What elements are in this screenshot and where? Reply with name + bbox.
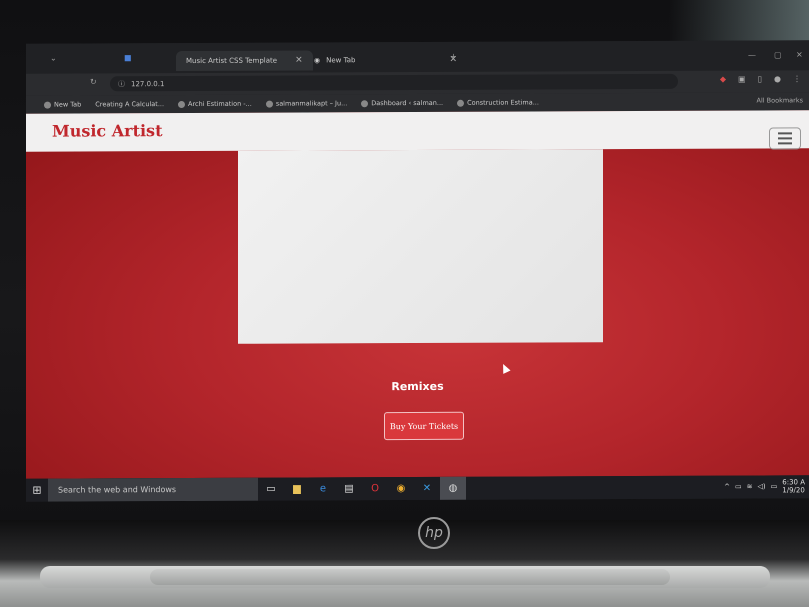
maximize-icon[interactable]: ▢	[774, 50, 782, 59]
wordpress-icon	[265, 100, 273, 108]
site-info-icon[interactable]: ⓘ	[118, 79, 125, 89]
tab-new-tab[interactable]: ◉ New Tab ✕	[314, 50, 457, 71]
laptop-base	[0, 520, 809, 607]
laptop-hinge-inner	[150, 569, 670, 585]
window-close-icon[interactable]: ✕	[796, 50, 803, 59]
tab-label: New Tab	[326, 56, 356, 65]
bookmark-item[interactable]: Archi Estimation -...	[178, 100, 252, 108]
sidebar-icon[interactable]: ▯	[758, 74, 762, 83]
hamburger-line	[778, 142, 792, 145]
taskbar-search-input[interactable]: Search the web and Windows	[48, 477, 258, 502]
address-bar[interactable]: ⓘ 127.0.0.1	[110, 73, 678, 92]
date-text: 1/9/20	[782, 486, 805, 495]
hamburger-menu-button[interactable]	[769, 127, 801, 150]
buy-tickets-button[interactable]: Buy Your Tickets	[384, 411, 464, 441]
hp-logo: hp	[418, 517, 450, 549]
bookmark-item[interactable]: Construction Estima...	[457, 98, 539, 107]
close-icon[interactable]: ✕	[295, 56, 303, 66]
bookmark-item[interactable]: salmanmalikapt – Ju...	[265, 99, 347, 108]
file-explorer-icon[interactable]: ▆	[284, 477, 310, 500]
battery-icon[interactable]: ▭	[735, 483, 742, 491]
site-brand[interactable]: Music Artist	[52, 121, 162, 140]
web-page: Music Artist Remixes Buy Your Tickets	[26, 110, 809, 479]
new-tab-button[interactable]: +	[450, 52, 457, 61]
wifi-icon[interactable]: ≋	[747, 483, 753, 491]
chevron-up-icon[interactable]: ^	[724, 483, 730, 491]
windows-start-icon[interactable]: ⊞	[26, 484, 48, 497]
chrome-icon[interactable]: ◉	[388, 477, 414, 500]
tab-search-icon[interactable]: ⌄	[50, 54, 57, 63]
store-icon[interactable]: ▤	[336, 477, 362, 500]
app-icon[interactable]: ◍	[440, 476, 466, 500]
edge-icon[interactable]: e	[310, 477, 336, 500]
clock[interactable]: 6:30 A 1/9/20	[782, 478, 805, 494]
chrome-icon: ◉	[314, 56, 321, 65]
tab-bar: ⌄ ■ Music Artist CSS Template ✕ ◉ New Ta…	[26, 40, 809, 74]
bookmark-item[interactable]: New Tab	[44, 100, 81, 109]
hamburger-line	[778, 137, 792, 140]
time-text: 6:30 A	[782, 478, 805, 487]
menu-icon[interactable]: ⋮	[793, 74, 801, 83]
volume-icon[interactable]: ◁)	[758, 482, 766, 490]
all-bookmarks-link[interactable]: All Bookmarks	[757, 96, 803, 104]
tab-music-artist[interactable]: Music Artist CSS Template ✕	[176, 50, 313, 72]
minimize-icon[interactable]: —	[748, 51, 756, 60]
task-view-icon[interactable]: ▭	[258, 478, 284, 501]
wordpress-icon	[361, 99, 369, 107]
globe-icon	[44, 101, 51, 109]
laptop-screen: ⌄ ■ Music Artist CSS Template ✕ ◉ New Ta…	[26, 40, 809, 502]
section-title: Remixes	[391, 379, 444, 394]
site-navbar: Music Artist	[26, 110, 809, 152]
hamburger-line	[778, 132, 792, 135]
opera-icon[interactable]: O	[362, 477, 388, 500]
reload-icon[interactable]: ↻	[90, 77, 97, 86]
site-icon	[178, 100, 186, 108]
system-tray: ^ ▭ ≋ ◁) ▭ 6:30 A 1/9/20	[724, 478, 805, 494]
mouse-cursor-icon	[499, 362, 511, 374]
tab-label: Music Artist CSS Template	[186, 56, 278, 66]
cast-icon[interactable]: ◆	[720, 75, 726, 84]
video-placeholder[interactable]	[238, 149, 603, 344]
site-icon	[457, 99, 465, 107]
account-icon[interactable]: ●	[774, 74, 781, 83]
bookmark-item[interactable]: Dashboard ‹ salman...	[361, 99, 443, 107]
address-text: 127.0.0.1	[131, 79, 165, 88]
bookmark-item[interactable]: Creating A Calculat...	[95, 100, 164, 108]
profile-icon[interactable]: ■	[124, 53, 132, 62]
extensions-icon[interactable]: ▣	[738, 75, 746, 84]
vscode-icon[interactable]: ✕	[414, 477, 440, 500]
notification-icon[interactable]: ▭	[771, 482, 778, 490]
windows-taskbar: ⊞ Search the web and Windows ▭ ▆ e ▤ O ◉…	[26, 475, 809, 502]
